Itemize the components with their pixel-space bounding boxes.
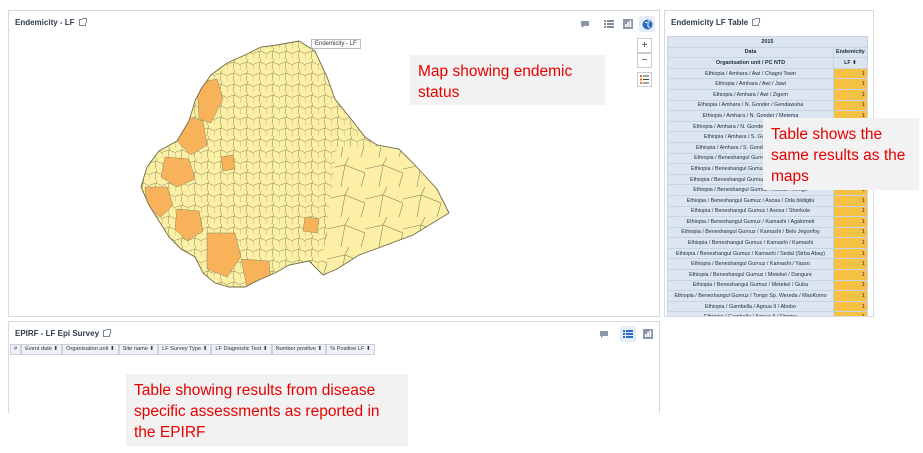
survey-callout: Table showing results from disease speci…	[126, 374, 408, 446]
lf-header[interactable]: LF ⬍	[833, 57, 868, 69]
external-link-icon[interactable]	[103, 329, 112, 337]
zoom-in-button[interactable]: +	[637, 38, 652, 53]
table-row: Ethiopia / Beneshangul Gumuz / Asosa / S…	[667, 205, 868, 218]
interpretation-button[interactable]	[577, 16, 593, 32]
org-unit-cell: Ethiopia / Beneshangul Gumuz / Kamashi /…	[667, 216, 834, 228]
org-unit-cell: Ethiopia / Beneshangul Gumuz / Kamashi /…	[667, 226, 834, 239]
table-row: Ethiopia / Beneshangul Gumuz / Kamashi /…	[667, 216, 868, 228]
map-panel-title-text[interactable]: Endemicity - LF	[15, 18, 75, 27]
org-unit-cell: Ethiopia / Gambella / Agnua II / Dimma	[667, 311, 834, 316]
ethiopia-map[interactable]	[137, 37, 457, 307]
globe-icon	[642, 19, 652, 29]
endemicity-value-cell: 1	[833, 237, 868, 249]
show-as-table-button[interactable]	[601, 16, 617, 32]
org-unit-cell: Ethiopia / Beneshangul Gumuz / Metekel /…	[667, 269, 834, 281]
table-panel-title: Endemicity LF Table	[671, 18, 761, 27]
org-unit-cell: Ethiopia / Amhara / Awi / Jawi	[667, 78, 834, 90]
survey-column-header[interactable]: Organisation unit ⬍	[62, 344, 119, 355]
legend-icon	[640, 75, 649, 84]
endemicity-value-cell: 1	[833, 99, 868, 112]
chat-icon	[581, 20, 589, 28]
endemicity-value-cell: 1	[833, 67, 868, 80]
endemicity-value-cell: 1	[833, 300, 868, 313]
table-row: Ethiopia / Beneshangul Gumuz / Metekel /…	[667, 269, 868, 281]
chat-icon	[600, 330, 608, 338]
survey-column-header[interactable]: LF Survey Type ⬍	[158, 344, 212, 355]
table-row: Ethiopia / Beneshangul Gumuz / Kamashi /…	[667, 226, 868, 239]
table-row: Ethiopia / Amhara / Awi / Jawi 1	[667, 78, 868, 90]
survey-column-header[interactable]: Event date ⬍	[21, 344, 63, 355]
map-callout: Map showing endemic status	[410, 55, 605, 105]
table-row: Ethiopia / Gambella / Agnua II / Abobo 1	[667, 300, 868, 313]
external-link-icon[interactable]	[78, 18, 87, 26]
year-header: 2015	[667, 36, 868, 48]
table-row: Ethiopia / Amhara / Awi / Zigem 1	[667, 88, 868, 101]
list-icon	[623, 330, 633, 338]
org-unit-cell: Ethiopia / Beneshangul Gumuz / Kamashi /…	[667, 247, 834, 260]
table-body: Ethiopia / Amhara / Awi / Chagni Town 1 Et…	[667, 67, 868, 316]
org-unit-cell: Ethiopia / Beneshangul Gumuz / Asosa / S…	[667, 205, 834, 218]
endemicity-value-cell: 1	[833, 226, 868, 239]
endemicity-value-cell: 1	[833, 279, 868, 292]
endemicity-value-cell: 1	[833, 194, 868, 207]
legend-button[interactable]	[637, 72, 652, 87]
table-row: Ethiopia / Beneshangul Gumuz / Tongo Sp.…	[667, 290, 868, 302]
map-tooltip: Endemicity - LF	[311, 39, 361, 49]
org-unit-cell: Ethiopia / Beneshangul Gumuz / Kamashi /…	[667, 237, 834, 249]
chart-icon	[643, 329, 653, 339]
endemicity-value-cell: 1	[833, 78, 868, 90]
survey-column-header[interactable]: Number positive ⬍	[271, 344, 327, 355]
endemicity-value-cell: 1	[833, 290, 868, 302]
table-row: Ethiopia / Amhara / Awi / Chagni Town 1	[667, 67, 868, 80]
org-unit-cell: Ethiopia / Amhara / Awi / Zigem	[667, 88, 834, 101]
data-header: Data	[667, 46, 834, 59]
list-icon	[604, 20, 614, 28]
endemicity-value-cell: 1	[833, 205, 868, 218]
org-unit-header[interactable]: Organisation unit / PC NTD	[667, 57, 834, 69]
org-unit-cell: Ethiopia / Beneshangul Gumuz / Kamashi /…	[667, 258, 834, 271]
org-unit-cell: Ethiopia / Gambella / Agnua II / Abobo	[667, 300, 834, 313]
survey-column-header[interactable]: #	[10, 344, 22, 355]
table-row: Ethiopia / Beneshangul Gumuz / Asosa / O…	[667, 194, 868, 207]
table-row: Ethiopia / Beneshangul Gumuz / Metekel /…	[667, 279, 868, 292]
endemicity-value-cell: 1	[833, 88, 868, 101]
table-panel-title-text[interactable]: Endemicity LF Table	[671, 18, 748, 27]
org-unit-cell: Ethiopia / Beneshangul Gumuz / Metekel /…	[667, 279, 834, 292]
map-panel-title: Endemicity - LF	[15, 18, 87, 27]
survey-column-header[interactable]: Site name ⬍	[118, 344, 159, 355]
endemicity-value-cell: 1	[833, 311, 868, 316]
endemicity-value-cell: 1	[833, 258, 868, 271]
lf-header-label: LF	[844, 59, 851, 66]
interpretation-button[interactable]	[596, 326, 612, 342]
survey-column-header[interactable]: % Positive LF ⬍	[326, 344, 375, 355]
table-row: Ethiopia / Amhara / N. Gonder / Gendawuh…	[667, 99, 868, 112]
survey-panel-title: EPIRF - LF Epi Survey	[15, 329, 112, 338]
endemicity-value-cell: 1	[833, 216, 868, 228]
survey-column-header[interactable]: LF Diagnostic Test ⬍	[211, 344, 272, 355]
org-unit-cell: Ethiopia / Beneshangul Gumuz / Tongo Sp.…	[667, 290, 834, 302]
show-as-map-button[interactable]	[639, 16, 655, 32]
zoom-out-button[interactable]: −	[637, 53, 652, 68]
table-callout: Table shows the same results as the maps	[763, 118, 919, 190]
org-unit-cell: Ethiopia / Amhara / Awi / Chagni Town	[667, 67, 834, 80]
survey-panel-title-text[interactable]: EPIRF - LF Epi Survey	[15, 329, 99, 338]
table-row: Ethiopia / Beneshangul Gumuz / Kamashi /…	[667, 237, 868, 249]
show-as-chart-button[interactable]	[640, 326, 656, 342]
endemicity-value-cell: 1	[833, 269, 868, 281]
endemicity-header: Endemicity	[833, 46, 868, 59]
show-as-table-button[interactable]	[620, 326, 636, 342]
table-row: Ethiopia / Beneshangul Gumuz / Kamashi /…	[667, 247, 868, 260]
org-unit-cell: Ethiopia / Amhara / N. Gonder / Gendawuh…	[667, 99, 834, 112]
endemicity-value-cell: 1	[833, 247, 868, 260]
table-row: Ethiopia / Gambella / Agnua II / Dimma1	[667, 311, 868, 316]
show-as-chart-button[interactable]	[620, 16, 636, 32]
survey-table-header: # Event date ⬍ Organisation unit ⬍ Site nam…	[10, 344, 375, 355]
org-unit-cell: Ethiopia / Beneshangul Gumuz / Asosa / O…	[667, 194, 834, 207]
chart-icon	[623, 19, 633, 29]
table-row: Ethiopia / Beneshangul Gumuz / Kamashi /…	[667, 258, 868, 271]
external-link-icon[interactable]	[752, 18, 761, 26]
